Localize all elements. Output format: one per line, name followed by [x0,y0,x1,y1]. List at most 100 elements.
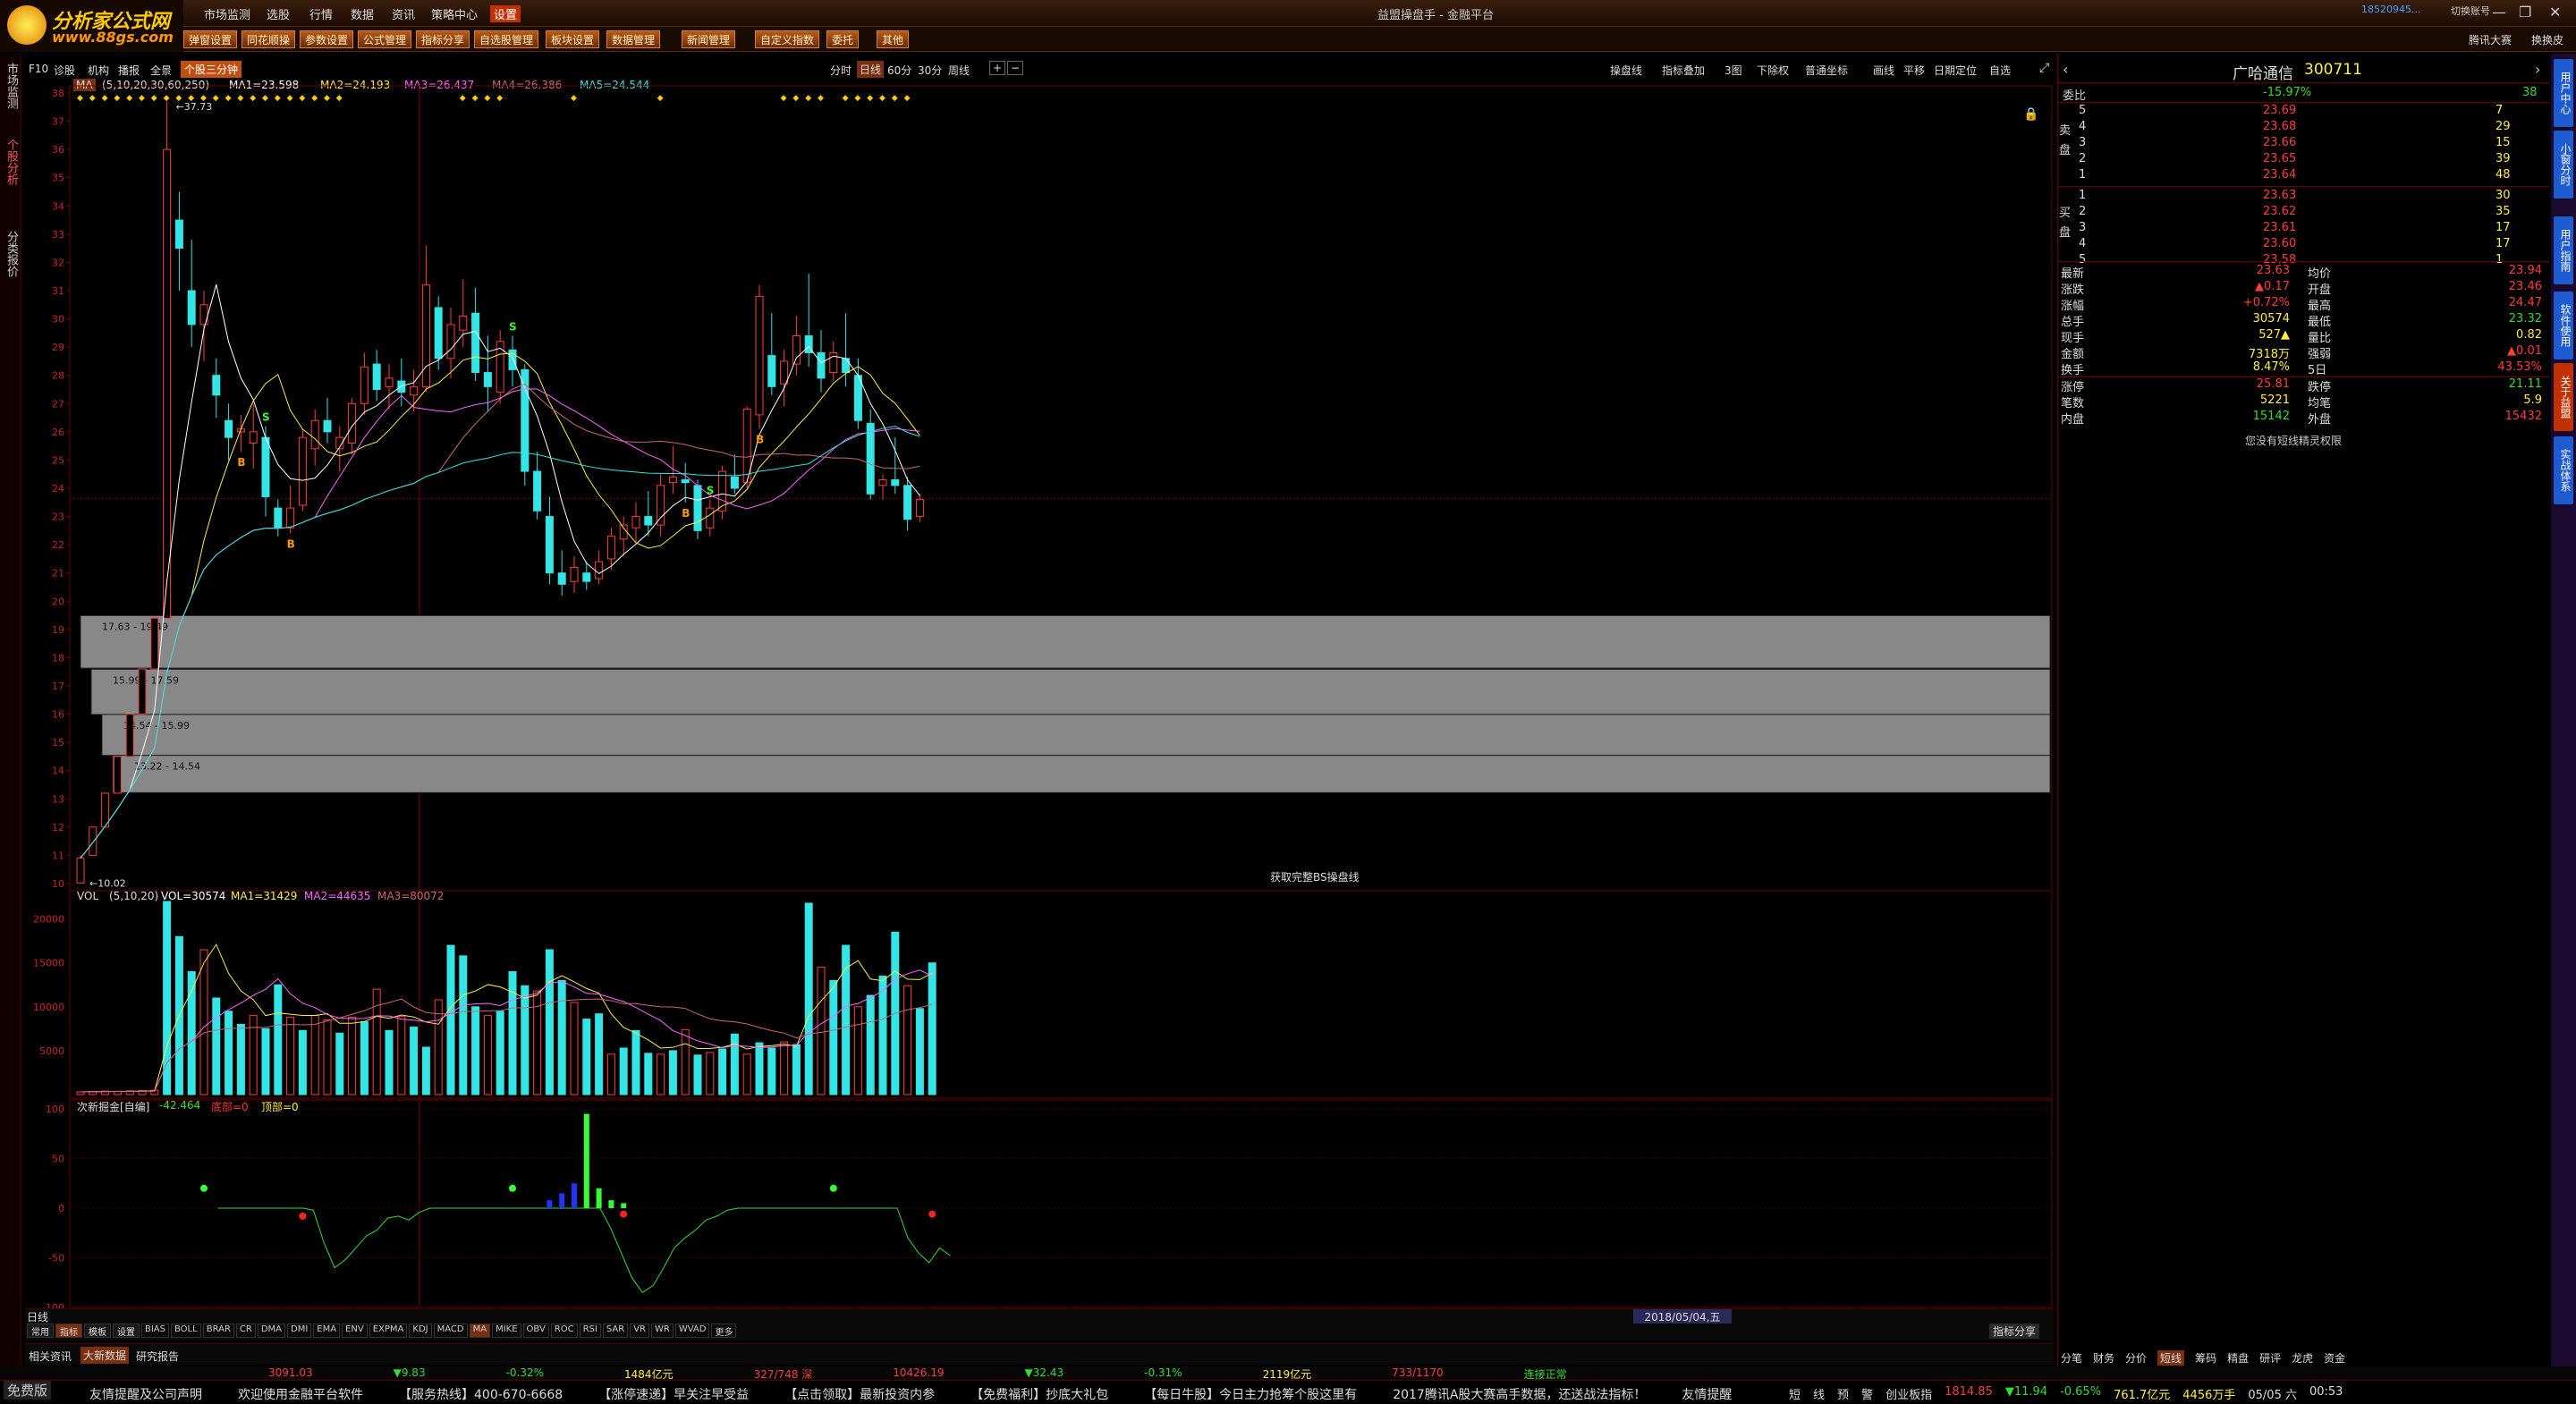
ticker-item[interactable]: 【点击领取】最新投资内参 [784,1385,935,1403]
bid-row[interactable]: 2 23.62 35 [2057,205,2549,221]
quote-tab[interactable]: 分价 [2125,1350,2147,1366]
ask-row[interactable]: 5 23.69 7 [2057,104,2549,120]
indicator-tab[interactable]: WVAD [674,1324,710,1338]
signal-diamond: ◆ [472,94,479,103]
volume-bar [718,1048,727,1095]
indicator-share-button[interactable]: 指标分享 [1989,1324,2040,1339]
indicator-tab[interactable]: EMA [313,1324,341,1338]
indicator-tab[interactable]: 更多 [711,1324,737,1338]
quote-tab[interactable]: 筹码 [2195,1350,2216,1366]
ticker-item[interactable]: 【每日牛股】今日主力抢筹个股这里有 [1144,1385,1357,1403]
quote-tab[interactable]: 分笔 [2061,1350,2082,1366]
candle-body [89,826,97,856]
volume-bar [631,1029,640,1095]
indicator-tab[interactable]: DMA [257,1324,286,1338]
ticker-items[interactable]: 友情提醒及公司声明 欢迎使用金融平台软件 【服务热线】400-670-6668 【涨停… [89,1385,1789,1403]
quote-tab[interactable]: 研评 [2259,1350,2281,1366]
candle-body [730,476,739,489]
volume-bar [459,955,468,1095]
indicator-tab[interactable]: ENV [342,1324,368,1338]
vol-tick-label: 15000 [33,958,64,969]
ticker-item[interactable]: 【免费福利】抄底大礼包 [970,1385,1108,1403]
volume-bar [298,1029,307,1095]
indicator-tab[interactable]: CR [235,1324,256,1338]
ind-legend-name[interactable]: 次新掘金[自编] [77,1099,149,1114]
ask-row[interactable]: 2 23.65 39 [2057,152,2549,168]
candle-body [138,668,147,715]
indicator-tab[interactable]: BOLL [171,1324,201,1338]
volume-bar [236,1023,245,1095]
price-tick-label: 38 [52,88,64,99]
indicator-tab[interactable]: SAR [602,1324,629,1338]
ticker-item[interactable]: 友情提醒 [1682,1385,1732,1403]
sub-tab-news[interactable]: 相关资讯 [29,1349,72,1364]
ind-tool-tab[interactable]: 设置 [113,1324,140,1338]
quote-tab[interactable]: 龙虎 [2292,1350,2313,1366]
indicator-tab[interactable]: RSI [579,1324,601,1338]
right-tab-mini-window[interactable]: 小窗分时 [2554,131,2573,199]
right-tab-system[interactable]: 实战体系 [2554,436,2573,504]
quote-tab[interactable]: 精盘 [2227,1350,2249,1366]
quote-tab[interactable]: 资金 [2324,1350,2345,1366]
indicator-tab[interactable]: EXPMA [369,1324,408,1338]
ind-low: 底部=0 [211,1101,249,1113]
right-tab-user-center[interactable]: 用户中心 [2554,59,2573,127]
indicator-tab[interactable]: WR [650,1324,674,1338]
quote-tab[interactable]: 财务 [2093,1350,2114,1366]
candle-body [706,507,715,529]
indicator-tab[interactable]: ROC [550,1324,578,1338]
ticker-item[interactable]: 2017腾讯A股大赛高手数据，还送战法指标！ [1393,1385,1646,1403]
bs-signal-S: S [262,411,270,424]
indicator-tab[interactable]: BIAS [141,1324,169,1338]
ind-tool-tab[interactable]: 指标 [55,1324,82,1338]
bid-row[interactable]: 1 23.63 30 [2057,189,2549,205]
right-tab-guide[interactable]: 用户指南 [2554,216,2573,284]
quote-tab[interactable]: 短线 [2157,1350,2185,1366]
period-daily-label[interactable]: 日线 [27,1309,48,1324]
stat-row: 现手 527▲ 量比 0.82 [2061,328,2542,345]
candle-body [842,358,851,374]
ind-tool-tab[interactable]: 模板 [84,1324,111,1338]
chart-notice[interactable]: 获取完整BS操盘线 [1270,869,1360,884]
indicator-tab[interactable]: MACD [433,1324,468,1338]
ask-row[interactable]: 4 23.68 29 [2057,120,2549,136]
volume-bar [742,1053,751,1095]
vol-ma3: MA3=80072 [377,890,445,902]
lock-icon[interactable]: 🔒 [2023,107,2038,122]
price-tick-label: 37 [52,116,64,128]
bid-row[interactable]: 4 23.60 17 [2057,237,2549,253]
ind-tick-label: 100 [46,1104,64,1115]
sub-tab-data[interactable]: 大新数据 [80,1347,130,1364]
indicator-tab[interactable]: MIKE [492,1324,521,1338]
vol-legend-name[interactable]: VOL [77,890,98,902]
ticker-item[interactable]: 欢迎使用金融平台软件 [238,1385,363,1403]
indicator-tab[interactable]: DMI [287,1324,312,1338]
candle-body [557,572,566,585]
indicator-tab[interactable]: KDJ [409,1324,432,1338]
volume-bar [619,1047,628,1095]
ind-dot [299,1212,307,1220]
right-tab-about[interactable]: 关于益盟 [2554,363,2573,431]
indicator-tab[interactable]: BRAR [202,1324,234,1338]
indicator-tab[interactable]: MA [469,1324,491,1338]
ticker-item[interactable]: 【涨停速递】早关注早受益 [598,1385,749,1403]
indicator-tab[interactable]: VR [630,1324,649,1338]
price-tick-label: 20 [52,596,64,607]
ask-row[interactable]: 1 23.64 48 [2057,168,2549,184]
sub-tab-research[interactable]: 研究报告 [136,1349,179,1364]
ticker-item[interactable]: 友情提醒及公司声明 [89,1385,202,1403]
prev-stock-icon[interactable]: ‹ [2063,61,2068,78]
volume-bar [817,967,826,1095]
bid-row[interactable]: 3 23.61 17 [2057,221,2549,237]
volume-bar [545,949,554,1095]
weibi-value: -15.97% [2263,86,2312,99]
next-stock-icon[interactable]: › [2535,61,2540,78]
ticker-item[interactable]: 【服务热线】400-670-6668 [399,1385,563,1403]
ask-row[interactable]: 3 23.66 15 [2057,136,2549,152]
signal-diamond: ◆ [657,94,664,103]
right-tab-usage[interactable]: 软件使用 [2554,292,2573,359]
signal-diamond: ◆ [213,94,219,103]
indicator-tab[interactable]: OBV [522,1324,549,1338]
free-edition-badge[interactable]: 免费版 [4,1381,52,1400]
ind-tool-tab[interactable]: 常用 [27,1324,54,1338]
